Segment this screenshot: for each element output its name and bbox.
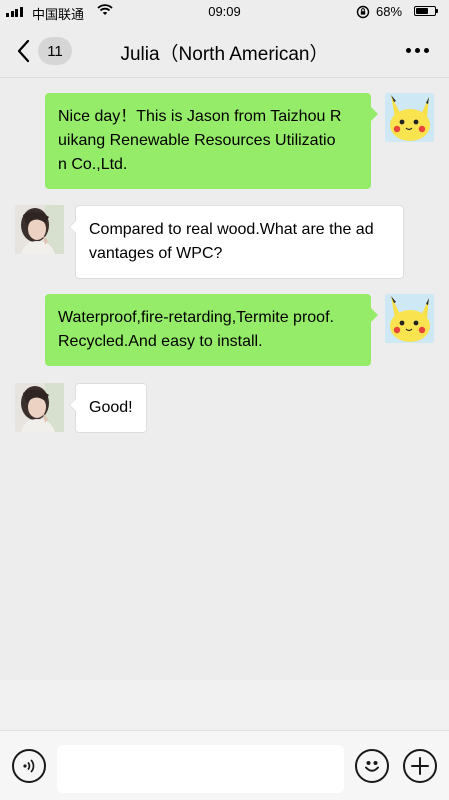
voice-icon[interactable] — [12, 749, 46, 783]
message-bubble[interactable]: Compared to real wood.What are the ad va… — [69, 205, 404, 279]
message-line: Nice day！This is Jason from Taizhou R — [58, 108, 342, 125]
message-bubble[interactable]: Good! — [69, 383, 147, 433]
chat-title: Julia（North American） — [120, 44, 329, 65]
message-line: uikang Renewable Resources Utilizatio — [58, 132, 336, 149]
more-dots-icon[interactable] — [406, 48, 429, 53]
message-bubble[interactable]: Waterproof,fire-retarding,Termite proof.… — [45, 294, 378, 366]
avatar-julia[interactable] — [15, 383, 64, 432]
input-bar — [0, 730, 449, 800]
status-bar: 中国联通 09:09 68% — [0, 0, 449, 24]
battery-icon — [414, 6, 438, 16]
avatar-pikachu[interactable] — [385, 294, 434, 343]
chat-header: 11 Julia（North American） — [0, 24, 449, 78]
message-line: Recycled.And easy to install. — [58, 333, 263, 350]
message-line: Compared to real wood.What are the ad — [89, 221, 374, 238]
chat-bottom-spacer — [0, 680, 449, 730]
message-line: Good! — [89, 399, 133, 416]
avatar-pikachu[interactable] — [385, 93, 434, 142]
message-line: n Co.,Ltd. — [58, 156, 128, 173]
battery-percent: 68% — [376, 4, 403, 19]
orientation-lock-icon — [356, 5, 370, 22]
message-bubble[interactable]: Nice day！This is Jason from Taizhou R ui… — [45, 93, 378, 189]
emoji-icon[interactable] — [355, 749, 389, 783]
message-input[interactable] — [57, 745, 344, 793]
message-line: vantages of WPC? — [89, 245, 223, 262]
plus-icon[interactable] — [403, 749, 437, 783]
avatar-julia[interactable] — [15, 205, 64, 254]
message-line: Waterproof,fire-retarding,Termite proof. — [58, 309, 334, 326]
